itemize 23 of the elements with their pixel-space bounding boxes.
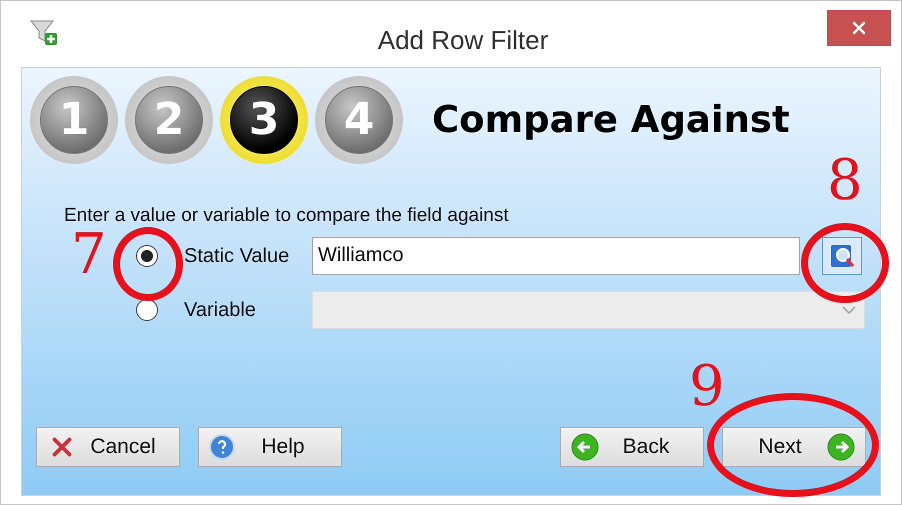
step-indicator: 4 — [315, 76, 403, 164]
step-indicator: 1 — [30, 76, 118, 164]
annotation-number: 7 — [71, 227, 107, 283]
step-heading: Compare Against — [432, 97, 790, 144]
chevron-down-icon — [842, 306, 856, 314]
value-field[interactable]: Williamco — [312, 236, 800, 274]
annotation-number: 8 — [827, 153, 863, 209]
cancel-button[interactable]: Cancel — [36, 427, 180, 467]
radio-label: Variable — [184, 298, 256, 322]
window-title: Add Row Filter — [376, 24, 550, 57]
radio-button[interactable] — [136, 244, 158, 266]
step-indicator: 2 — [125, 76, 213, 164]
back-button[interactable]: Back — [560, 427, 704, 467]
instruction-text: Enter a value or variable to compare the field against — [64, 204, 510, 228]
close-button[interactable] — [827, 10, 891, 46]
step-indicator: 3 — [220, 76, 308, 164]
next-button[interactable]: Next — [722, 427, 866, 467]
radio-button[interactable] — [136, 298, 158, 320]
help-icon — [209, 434, 235, 460]
help-button[interactable]: Help — [198, 427, 342, 467]
radio-label: Static Value — [184, 244, 290, 268]
search-button[interactable] — [822, 236, 862, 274]
annotation-number: 9 — [689, 359, 725, 415]
